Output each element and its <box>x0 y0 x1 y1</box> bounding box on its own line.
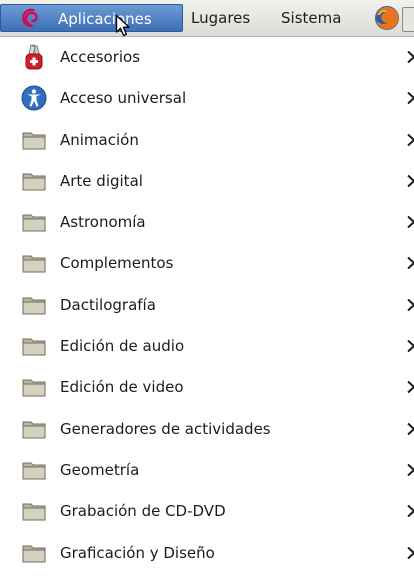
menu-item-label: Animación <box>60 130 139 149</box>
menu-item-edicion-de-video[interactable]: Edición de video <box>0 367 414 408</box>
chevron-right-icon <box>407 339 414 353</box>
chevron-right-icon <box>407 298 414 312</box>
launcher-icon[interactable] <box>402 7 414 32</box>
menu-item-dactilografia[interactable]: Dactilografía <box>0 285 414 326</box>
folder-icon <box>22 132 46 150</box>
menu-item-acceso-universal[interactable]: Acceso universal <box>0 78 414 119</box>
folder-icon <box>22 503 46 521</box>
menu-item-label: Astronomía <box>60 213 146 232</box>
chevron-right-icon <box>407 257 414 270</box>
menu-item-label: Edición de video <box>60 378 184 397</box>
system-menu-label: Sistema <box>281 9 342 27</box>
menu-item-complementos[interactable]: Complementos <box>0 243 414 284</box>
chevron-right-icon <box>407 546 414 559</box>
menu-item-grabacion-de-cd-dvd[interactable]: Grabación de CD-DVD <box>0 491 414 532</box>
chevron-right-icon <box>407 505 414 518</box>
menu-item-label: Accesorios <box>60 48 141 66</box>
folder-icon <box>22 545 46 563</box>
menu-item-label: Generadores de actividades <box>60 419 271 438</box>
chevron-right-icon <box>407 381 414 394</box>
system-menu[interactable]: Sistema <box>281 4 341 32</box>
menu-item-edicion-de-audio[interactable]: Edición de audio <box>0 326 414 367</box>
places-menu[interactable]: Lugares <box>191 4 250 32</box>
folder-icon <box>22 214 46 232</box>
chevron-right-icon <box>407 463 414 477</box>
mouse-pointer-icon <box>115 14 130 37</box>
chevron-right-icon <box>407 215 414 229</box>
folder-icon <box>22 173 46 191</box>
menu-item-label: Graficación y Diseño <box>60 543 215 562</box>
menu-item-astronomia[interactable]: Astronomía <box>0 202 414 243</box>
menu-item-accesorios[interactable]: Accesorios <box>0 37 414 78</box>
chevron-right-icon <box>407 50 414 64</box>
folder-icon <box>22 255 46 273</box>
debian-swirl-icon <box>22 8 38 27</box>
chevron-right-icon <box>407 174 414 188</box>
menu-item-generadores-de-actividades[interactable]: Generadores de actividades <box>0 409 414 450</box>
firefox-icon[interactable] <box>373 4 401 32</box>
folder-icon <box>22 338 46 356</box>
chevron-right-icon <box>407 422 414 435</box>
folder-icon <box>22 379 46 397</box>
menu-item-label: Dactilografía <box>60 295 156 314</box>
folder-icon <box>22 421 46 439</box>
folder-icon <box>22 462 46 480</box>
menu-item-label: Arte digital <box>60 171 143 190</box>
menu-item-arte-digital[interactable]: Arte digital <box>0 161 414 202</box>
swiss-knife-icon <box>25 44 43 70</box>
top-panel: Aplicaciones Lugares Sistema <box>0 0 414 37</box>
chevron-right-icon <box>407 92 414 105</box>
menu-item-label: Complementos <box>60 254 174 273</box>
chevron-right-icon <box>407 133 414 146</box>
menu-item-label: Edición de audio <box>60 337 185 356</box>
places-menu-label: Lugares <box>191 9 251 27</box>
folder-icon <box>22 297 46 315</box>
accessibility-icon <box>21 85 47 111</box>
menu-item-graficacion-y-diseno[interactable]: Graficación y Diseño <box>0 533 414 574</box>
menu-item-label: Acceso universal <box>60 89 187 108</box>
menu-item-label: Grabación de CD-DVD <box>60 502 226 521</box>
applications-dropdown: Accesorios Acceso universal Animación Ar… <box>0 37 414 574</box>
menu-item-animacion[interactable]: Animación <box>0 120 414 161</box>
menu-item-label: Geometría <box>60 460 140 479</box>
menu-item-geometria[interactable]: Geometría <box>0 450 414 491</box>
applications-menu-label: Aplicaciones <box>58 10 152 28</box>
